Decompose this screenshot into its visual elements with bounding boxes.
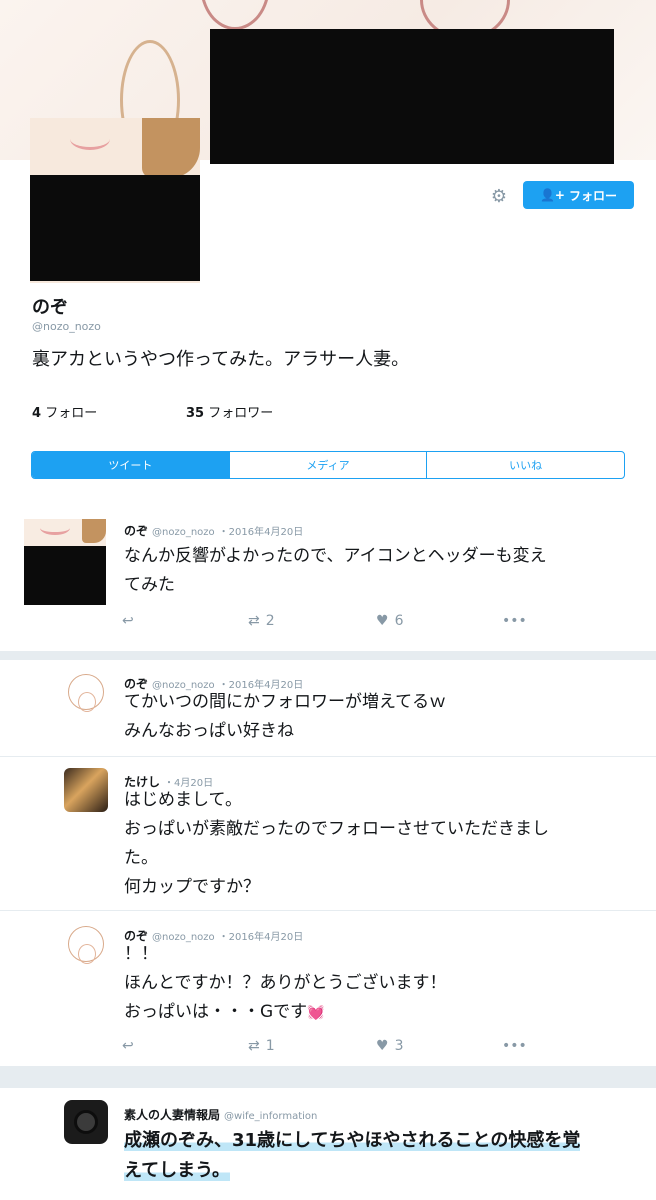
redacted-block (210, 29, 614, 164)
follow-button[interactable]: 👤+ フォロー (523, 181, 634, 209)
divider (0, 756, 656, 757)
tweet-header: 素人の人妻情報局 @wife_information (124, 1104, 317, 1123)
profile-tabs: ツイート メディア いいね (31, 451, 625, 479)
tab-tweets[interactable]: ツイート (32, 452, 230, 478)
profile-bio: 裏アカというやつ作ってみた。アラサー人妻。 (32, 349, 410, 370)
tweet-text: 成瀬のぞみ、31歳にしてちやほやされることの快感を覚 えてしまう。 (124, 1130, 581, 1181)
tweet-text: てかいつの間にかフォロワーが増えてるｗ みんなおっぱい好きね (124, 692, 447, 741)
tweet-text: はじめまして。 おっぱいが素敵だったのでフォローさせていただきまし た。 何カッ… (124, 790, 549, 897)
tweet-date[interactable]: ・2016年4月20日 (219, 527, 304, 538)
heart-icon: ♥ (376, 1038, 389, 1054)
heart-emoji-icon: 💓 (307, 1005, 325, 1021)
tweet-text: なんか反響がよかったので、アイコンとヘッダーも変え てみた (124, 546, 547, 595)
retweet-action[interactable]: ⇄ 2 (248, 613, 275, 629)
redacted-block (30, 175, 200, 281)
reply-icon[interactable]: ↩ (122, 1038, 134, 1054)
section-separator (0, 651, 656, 660)
divider (0, 910, 656, 911)
tweet-text: ！！ ほんとですか！？ありがとうございます！ おっぱいは・・・Gです💓 (124, 944, 447, 1022)
tweet-author-name[interactable]: 素人の人妻情報局 (124, 1108, 220, 1122)
section-separator (0, 1066, 656, 1088)
tweet-avatar[interactable] (64, 1100, 108, 1144)
followers-stat[interactable]: 35 フォロワー (186, 402, 273, 421)
retweet-action[interactable]: ⇄ 1 (248, 1038, 275, 1054)
tweet-author-handle[interactable]: @nozo_nozo (152, 527, 215, 538)
follow-label: フォロー (568, 188, 617, 203)
tab-likes[interactable]: いいね (427, 452, 624, 478)
more-icon[interactable]: ••• (502, 613, 527, 629)
profile-handle: @nozo_nozo (32, 320, 101, 333)
tab-media[interactable]: メディア (230, 452, 428, 478)
heart-icon: ♥ (376, 613, 389, 629)
reply-icon[interactable]: ↩ (122, 613, 134, 629)
retweet-icon: ⇄ (248, 613, 260, 629)
tweet-avatar[interactable] (64, 670, 108, 714)
tweet-avatar[interactable] (64, 922, 108, 966)
profile-name: のぞ (32, 297, 68, 318)
user-plus-icon: 👤+ (539, 188, 565, 202)
gear-icon[interactable]: ⚙ (488, 186, 510, 208)
tweet-author-handle[interactable]: @wife_information (224, 1111, 317, 1122)
redacted-block (24, 546, 106, 605)
tweet-header: のぞ @nozo_nozo ・2016年4月20日 (124, 520, 303, 539)
more-icon[interactable]: ••• (502, 1038, 527, 1054)
like-action[interactable]: ♥ 6 (376, 613, 403, 629)
tweet-avatar[interactable] (64, 768, 108, 812)
following-stat[interactable]: 4 フォロー (32, 402, 97, 421)
like-action[interactable]: ♥ 3 (376, 1038, 403, 1054)
retweet-icon: ⇄ (248, 1038, 260, 1054)
tweet-author-name[interactable]: のぞ (124, 524, 148, 538)
